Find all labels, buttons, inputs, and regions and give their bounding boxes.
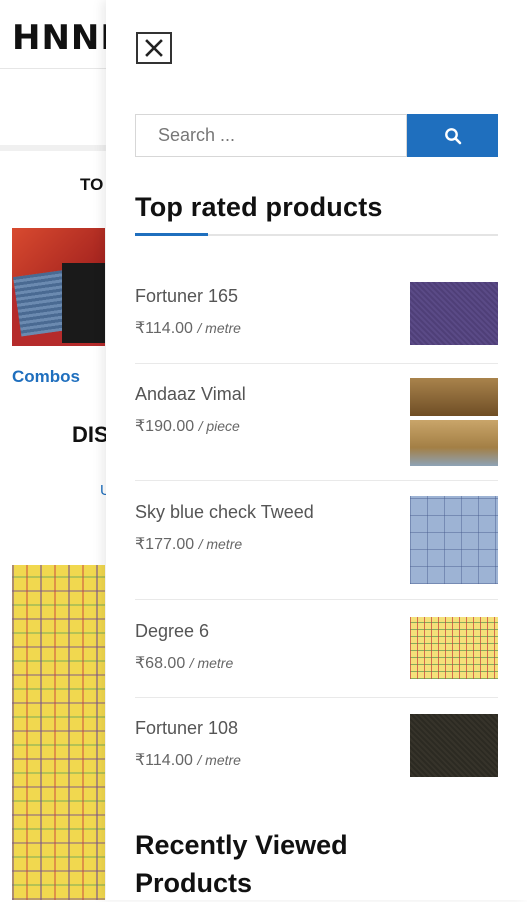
site-logo[interactable]: HNNI (12, 18, 114, 58)
close-icon (145, 39, 163, 57)
price-unit: / metre (197, 752, 241, 768)
header-divider (0, 68, 110, 69)
discount-heading-partial: DIS (72, 422, 109, 447)
product-thumbnail[interactable] (410, 617, 498, 679)
header-band (0, 145, 110, 151)
divider (135, 363, 498, 364)
product-price: ₹68.00 / metre (135, 653, 233, 673)
divider (135, 599, 498, 600)
price-unit: / metre (198, 536, 243, 552)
product-item[interactable]: Sky blue check Tweed ₹177.00 / metre (135, 496, 498, 600)
product-thumbnail[interactable] (410, 282, 498, 345)
search-form (135, 114, 498, 157)
search-button[interactable] (407, 114, 498, 157)
product-thumbnail[interactable] (410, 714, 498, 777)
search-icon (444, 127, 461, 144)
product-name[interactable]: Sky blue check Tweed (135, 502, 314, 523)
price-value: ₹114.00 (135, 320, 193, 337)
close-button[interactable] (136, 32, 172, 64)
sidebar-drawer: Top rated products Fortuner 165 ₹114.00 … (106, 0, 527, 900)
product-item[interactable]: Fortuner 165 ₹114.00 / metre (135, 282, 498, 364)
product-price: ₹114.00 / metre (135, 318, 241, 338)
product-name[interactable]: Fortuner 108 (135, 718, 238, 739)
price-value: ₹114.00 (135, 752, 193, 769)
product-thumbnail[interactable] (410, 378, 498, 466)
product-price: ₹177.00 / metre (135, 534, 242, 554)
product-name[interactable]: Andaaz Vimal (135, 384, 246, 405)
price-value: ₹177.00 (135, 536, 195, 553)
search-input[interactable] (135, 114, 407, 157)
price-unit: / piece (198, 418, 240, 434)
fabric-edge (12, 560, 105, 570)
section-heading-partial: TO (80, 175, 104, 194)
combos-thumbnail[interactable] (12, 228, 105, 346)
product-price: ₹190.00 / piece (135, 416, 240, 436)
price-unit: / metre (189, 655, 234, 671)
title-underline (135, 233, 498, 236)
divider (135, 697, 498, 698)
product-item[interactable]: Andaaz Vimal ₹190.00 / piece (135, 378, 498, 481)
price-value: ₹190.00 (135, 418, 195, 435)
price-unit: / metre (197, 320, 241, 336)
product-name[interactable]: Fortuner 165 (135, 286, 238, 307)
price-value: ₹68.00 (135, 655, 186, 672)
product-item[interactable]: Fortuner 108 ₹114.00 / metre (135, 714, 498, 798)
product-thumbnail[interactable] (410, 496, 498, 584)
product-name[interactable]: Degree 6 (135, 621, 209, 642)
fabric-banner-image[interactable] (12, 565, 105, 900)
product-item[interactable]: Degree 6 ₹68.00 / metre (135, 617, 498, 698)
product-price: ₹114.00 / metre (135, 750, 241, 770)
top-rated-title: Top rated products (135, 192, 383, 222)
combos-link[interactable]: Combos (12, 367, 80, 387)
divider (135, 480, 498, 481)
recently-viewed-title: Recently Viewed Products (135, 830, 348, 898)
